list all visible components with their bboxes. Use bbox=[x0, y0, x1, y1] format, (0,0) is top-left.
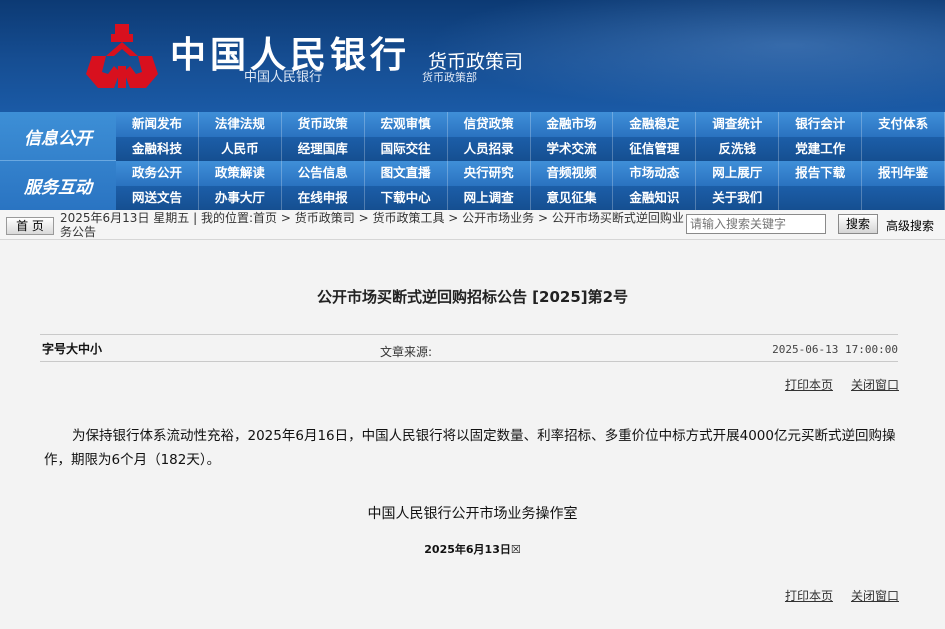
current-date: 2025年6月13日 星期五 bbox=[60, 211, 190, 225]
article-tools-bottom: 打印本页 关闭窗口 bbox=[767, 587, 899, 604]
nav-item-payment[interactable]: 支付体系 bbox=[862, 112, 945, 137]
site-header: 中国人民银行 中国人民银行 货币政策司 货币政策部 bbox=[0, 0, 945, 112]
print-link[interactable]: 打印本页 bbox=[785, 589, 833, 603]
breadcrumb: 2025年6月13日 星期五 | 我的位置:首页 > 货币政策司 > 货币政策工… bbox=[60, 211, 684, 239]
article-meta: 字号大中小 文章来源: 2025-06-13 17:00:00 bbox=[40, 334, 898, 362]
nav-item-financial-markets[interactable]: 金融市场 bbox=[531, 112, 614, 137]
nav-item-reports[interactable]: 报告下载 bbox=[779, 161, 863, 186]
close-window-link[interactable]: 关闭窗口 bbox=[851, 589, 899, 603]
nav-item-macroprudential[interactable]: 宏观审慎 bbox=[365, 112, 448, 137]
nav-item-about[interactable]: 关于我们 bbox=[696, 185, 780, 210]
nav-item-market-news[interactable]: 市场动态 bbox=[613, 161, 697, 186]
nav-item-gov-affairs[interactable]: 政务公开 bbox=[116, 161, 199, 186]
advanced-search-link[interactable]: 高级搜索 bbox=[886, 217, 934, 234]
home-button[interactable]: 首 页 bbox=[6, 217, 54, 235]
nav-item-fintech[interactable]: 金融科技 bbox=[116, 136, 199, 161]
print-link[interactable]: 打印本页 bbox=[785, 378, 833, 392]
nav-item-announcements[interactable]: 公告信息 bbox=[282, 161, 365, 186]
article-body: 为保持银行体系流动性充裕，2025年6月16日，中国人民银行将以固定数量、利率招… bbox=[44, 428, 896, 468]
nav-item-monetary-policy[interactable]: 货币政策 bbox=[282, 112, 365, 137]
nav-item-online-filing[interactable]: 在线申报 bbox=[282, 185, 365, 210]
nav-item-financial-stability[interactable]: 金融稳定 bbox=[613, 112, 697, 137]
nav-section-service: 服务互动 bbox=[24, 178, 92, 198]
nav-item-aml[interactable]: 反洗钱 bbox=[696, 136, 780, 161]
nav-grid: 新闻发布 法律法规 货币政策 宏观审慎 信贷政策 金融市场 金融稳定 调查统计 … bbox=[116, 112, 945, 210]
site-subtitle: 中国人民银行 bbox=[244, 70, 323, 85]
article-sign-date: 2025年6月13日☒ bbox=[424, 543, 521, 556]
article-title: 公开市场买断式逆回购招标公告 [2025]第2号 bbox=[316, 288, 629, 306]
close-window-link[interactable]: 关闭窗口 bbox=[851, 378, 899, 392]
nav-item-survey[interactable]: 网上调查 bbox=[448, 185, 531, 210]
nav-item-laws[interactable]: 法律法规 bbox=[199, 112, 282, 137]
nav-item-financial-knowledge[interactable]: 金融知识 bbox=[613, 185, 697, 210]
breadcrumb-bar: 首 页 2025年6月13日 星期五 | 我的位置:首页 > 货币政策司 > 货… bbox=[0, 210, 945, 240]
nav-row: 金融科技 人民币 经理国库 国际交往 人员招录 学术交流 征信管理 反洗钱 党建… bbox=[116, 136, 945, 161]
nav-item-news[interactable]: 新闻发布 bbox=[116, 112, 199, 137]
location-prefix: 我的位置: bbox=[200, 211, 253, 225]
nav-item-treasury[interactable]: 经理国库 bbox=[282, 136, 365, 161]
pboc-logo-icon[interactable] bbox=[84, 22, 160, 92]
nav-item-recruitment[interactable]: 人员招录 bbox=[448, 136, 531, 161]
nav-item-download-center[interactable]: 下载中心 bbox=[365, 185, 448, 210]
article-tools-top: 打印本页 关闭窗口 bbox=[767, 376, 899, 393]
font-size-toggle[interactable]: 字号大中小 bbox=[42, 340, 102, 357]
nav-item-empty bbox=[862, 185, 945, 210]
nav-item-exhibition[interactable]: 网上展厅 bbox=[696, 161, 780, 186]
nav-sections: 信息公开 服务互动 bbox=[0, 112, 116, 210]
nav-item-rmb[interactable]: 人民币 bbox=[199, 136, 282, 161]
nav-section-info: 信息公开 bbox=[0, 112, 116, 161]
article-signoff: 中国人民银行公开市场业务操作室 bbox=[367, 506, 578, 522]
search-button[interactable]: 搜索 bbox=[838, 214, 878, 234]
nav-item-empty bbox=[862, 136, 945, 161]
nav-item-media[interactable]: 音频视频 bbox=[531, 161, 614, 186]
nav-item-party[interactable]: 党建工作 bbox=[779, 136, 863, 161]
main-nav: 信息公开 服务互动 新闻发布 法律法规 货币政策 宏观审慎 信贷政策 金融市场 … bbox=[0, 112, 945, 210]
nav-item-academic[interactable]: 学术交流 bbox=[531, 136, 614, 161]
nav-item-service-hall[interactable]: 办事大厅 bbox=[199, 185, 282, 210]
breadcrumb-home[interactable]: 首页 bbox=[253, 211, 277, 225]
nav-item-feedback[interactable]: 意见征集 bbox=[531, 185, 614, 210]
breadcrumb-policy-tools[interactable]: 货币政策工具 bbox=[372, 211, 444, 225]
nav-item-statistics[interactable]: 调查统计 bbox=[696, 112, 780, 137]
nav-item-policy-interpretation[interactable]: 政策解读 bbox=[199, 161, 282, 186]
article-source: 文章来源: bbox=[380, 345, 433, 359]
breadcrumb-monetary-dept[interactable]: 货币政策司 bbox=[295, 211, 355, 225]
nav-row: 网送文告 办事大厅 在线申报 下载中心 网上调查 意见征集 金融知识 关于我们 bbox=[116, 185, 945, 210]
nav-item-live[interactable]: 图文直播 bbox=[365, 161, 448, 186]
nav-item-yearbooks[interactable]: 报刊年鉴 bbox=[862, 161, 945, 186]
nav-row: 政务公开 政策解读 公告信息 图文直播 央行研究 音频视频 市场动态 网上展厅 … bbox=[116, 161, 945, 186]
nav-item-empty bbox=[779, 185, 863, 210]
nav-item-credit-policy[interactable]: 信贷政策 bbox=[448, 112, 531, 137]
nav-item-accounting[interactable]: 银行会计 bbox=[779, 112, 863, 137]
nav-item-research[interactable]: 央行研究 bbox=[448, 161, 531, 186]
breadcrumb-open-market[interactable]: 公开市场业务 bbox=[462, 211, 534, 225]
nav-item-international[interactable]: 国际交往 bbox=[365, 136, 448, 161]
nav-item-documents[interactable]: 网送文告 bbox=[116, 185, 199, 210]
nav-row: 新闻发布 法律法规 货币政策 宏观审慎 信贷政策 金融市场 金融稳定 调查统计 … bbox=[116, 112, 945, 137]
nav-item-credit-reference[interactable]: 征信管理 bbox=[613, 136, 697, 161]
publish-time: 2025-06-13 17:00:00 bbox=[772, 343, 898, 356]
search-input[interactable] bbox=[686, 214, 826, 234]
department-subtitle: 货币政策部 bbox=[422, 71, 477, 84]
